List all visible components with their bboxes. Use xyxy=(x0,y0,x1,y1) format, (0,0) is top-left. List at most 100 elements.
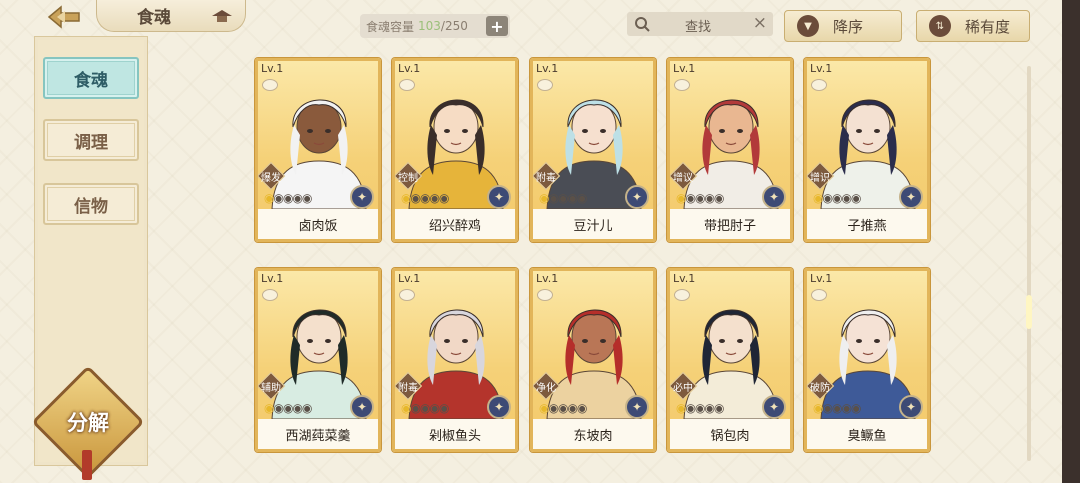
role-label: 破防 xyxy=(810,382,830,394)
food-soul-card[interactable]: Lv.1 控制 ◉◉◉◉◉ ✦ 绍兴醉鸡 xyxy=(392,58,518,242)
card-name: 子推燕 xyxy=(807,209,927,239)
card-name: 带把肘子 xyxy=(670,209,790,239)
search-icon xyxy=(635,17,650,32)
star-rating: ◉◉◉◉◉ xyxy=(264,401,312,415)
star-rating: ◉◉◉◉◉ xyxy=(813,401,862,415)
star-icon: ◉ xyxy=(704,401,715,415)
element-gem-icon: ✦ xyxy=(762,395,786,419)
role-label: 爆发 xyxy=(261,172,281,184)
role-badge: 辅助 xyxy=(258,373,284,399)
element-gem-icon: ✦ xyxy=(899,395,923,419)
role-badge: 爆发 xyxy=(258,163,284,189)
level-label: Lv.1 xyxy=(673,62,696,75)
star-icon: ◉ xyxy=(822,401,833,415)
sort-key-label: 稀有度 xyxy=(965,17,1011,36)
tassel-decoration xyxy=(82,450,92,480)
role-label: 增议 xyxy=(673,172,693,184)
star-rating: ◉◉◉◉◉ xyxy=(676,191,725,205)
star-rating: ◉◉◉◉◉ xyxy=(401,191,449,205)
role-label: 增识 xyxy=(810,172,830,184)
role-badge: 附毒 xyxy=(533,163,559,189)
food-soul-card[interactable]: Lv.1 破防 ◉◉◉◉◉ ✦ 臭鳜鱼 xyxy=(804,268,930,452)
search-input[interactable]: 查找 × xyxy=(627,12,773,36)
star-icon: ◉ xyxy=(548,401,559,415)
element-gem-icon: ✦ xyxy=(487,395,511,419)
star-icon: ◉ xyxy=(567,401,578,415)
sort-order-label: 降序 xyxy=(833,17,864,36)
level-label: Lv.1 xyxy=(261,62,284,75)
sidebar-item-conditioning[interactable]: 调理 xyxy=(43,119,139,161)
food-soul-card[interactable]: Lv.1 必中 ◉◉◉◉◉ ✦ 锅包肉 xyxy=(667,268,793,452)
food-soul-card[interactable]: Lv.1 辅助 ◉◉◉◉◉ ✦ 西湖莼菜羹 xyxy=(255,268,381,452)
level-label: Lv.1 xyxy=(673,272,696,285)
star-rating: ◉◉◉◉◉ xyxy=(264,191,312,205)
search-placeholder: 查找 xyxy=(685,20,712,35)
star-icon: ◉ xyxy=(685,401,696,415)
star-rating: ◉◉◉◉◉ xyxy=(813,191,861,205)
page-title-tab: 食魂 xyxy=(96,0,246,32)
role-badge: 控制 xyxy=(395,163,421,189)
screen-edge xyxy=(1062,0,1080,483)
star-icon: ◉ xyxy=(273,191,284,205)
level-label: Lv.1 xyxy=(398,272,421,285)
chat-bubble-icon xyxy=(262,79,278,91)
back-arrow-icon xyxy=(47,5,80,29)
card-name: 西湖莼菜羹 xyxy=(258,419,378,449)
star-icon: ◉ xyxy=(273,401,284,415)
star-icon: ◉ xyxy=(429,191,440,205)
element-gem-icon: ✦ xyxy=(487,185,511,209)
card-name: 东坡肉 xyxy=(533,419,653,449)
chat-bubble-icon xyxy=(674,79,690,91)
chat-bubble-icon xyxy=(537,289,553,301)
element-gem-icon: ✦ xyxy=(899,185,923,209)
add-capacity-button[interactable]: + xyxy=(486,16,508,36)
sort-down-icon: ▼ xyxy=(797,15,819,37)
food-soul-card[interactable]: Lv.1 增识 ◉◉◉◉◉ ✦ 子推燕 xyxy=(804,58,930,242)
decompose-label[interactable]: 分解 xyxy=(48,400,128,444)
clear-icon[interactable]: × xyxy=(753,13,767,33)
card-name: 卤肉饭 xyxy=(258,209,378,239)
sidebar-item-food-soul[interactable]: 食魂 xyxy=(43,57,139,99)
card-name: 绍兴醉鸡 xyxy=(395,209,515,239)
star-rating: ◉◉◉◉◉ xyxy=(539,191,588,205)
role-label: 控制 xyxy=(398,172,418,184)
star-icon: ◉ xyxy=(292,401,303,415)
food-soul-card[interactable]: Lv.1 增议 ◉◉◉◉◉ ✦ 带把肘子 xyxy=(667,58,793,242)
role-label: 净化 xyxy=(536,382,556,394)
scrollbar-track[interactable] xyxy=(1027,66,1031,461)
star-rating: ◉◉◉◉◉ xyxy=(401,401,450,415)
element-gem-icon: ✦ xyxy=(625,395,649,419)
element-gem-icon: ✦ xyxy=(350,395,374,419)
star-icon: ◉ xyxy=(567,191,578,205)
food-soul-card[interactable]: Lv.1 净化 ◉◉◉◉◉ ✦ 东坡肉 xyxy=(530,268,656,452)
star-icon: ◉ xyxy=(438,401,450,415)
role-badge: 附毒 xyxy=(395,373,421,399)
sort-order-button[interactable]: ▼ 降序 xyxy=(784,10,902,42)
star-icon: ◉ xyxy=(576,401,588,415)
role-badge: 必中 xyxy=(670,373,696,399)
game-screen: 食魂 食魂容量 103 /250 + 查找 × ▼ 降序 ⇅ 稀有度 食魂 调理… xyxy=(0,0,1080,483)
pagoda-icon xyxy=(212,10,232,22)
role-label: 必中 xyxy=(673,382,693,394)
card-name: 豆汁儿 xyxy=(533,209,653,239)
star-icon: ◉ xyxy=(685,191,696,205)
star-icon: ◉ xyxy=(850,401,862,415)
back-button[interactable] xyxy=(40,2,90,32)
role-badge: 破防 xyxy=(807,373,833,399)
star-rating: ◉◉◉◉◉ xyxy=(676,401,724,415)
level-label: Lv.1 xyxy=(261,272,284,285)
card-name: 锅包肉 xyxy=(670,419,790,449)
star-icon: ◉ xyxy=(410,401,421,415)
food-soul-card[interactable]: Lv.1 附毒 ◉◉◉◉◉ ✦ 剁椒鱼头 xyxy=(392,268,518,452)
sidebar-item-tokens[interactable]: 信物 xyxy=(43,183,139,225)
food-soul-card[interactable]: Lv.1 附毒 ◉◉◉◉◉ ✦ 豆汁儿 xyxy=(530,58,656,242)
chat-bubble-icon xyxy=(399,289,415,301)
sort-key-button[interactable]: ⇅ 稀有度 xyxy=(916,10,1030,42)
food-soul-card[interactable]: Lv.1 爆发 ◉◉◉◉◉ ✦ 卤肉饭 xyxy=(255,58,381,242)
star-icon: ◉ xyxy=(713,191,725,205)
scrollbar-thumb[interactable] xyxy=(1026,295,1032,329)
star-icon: ◉ xyxy=(704,191,715,205)
star-icon: ◉ xyxy=(841,401,852,415)
role-label: 辅助 xyxy=(261,382,281,394)
star-icon: ◉ xyxy=(576,191,588,205)
